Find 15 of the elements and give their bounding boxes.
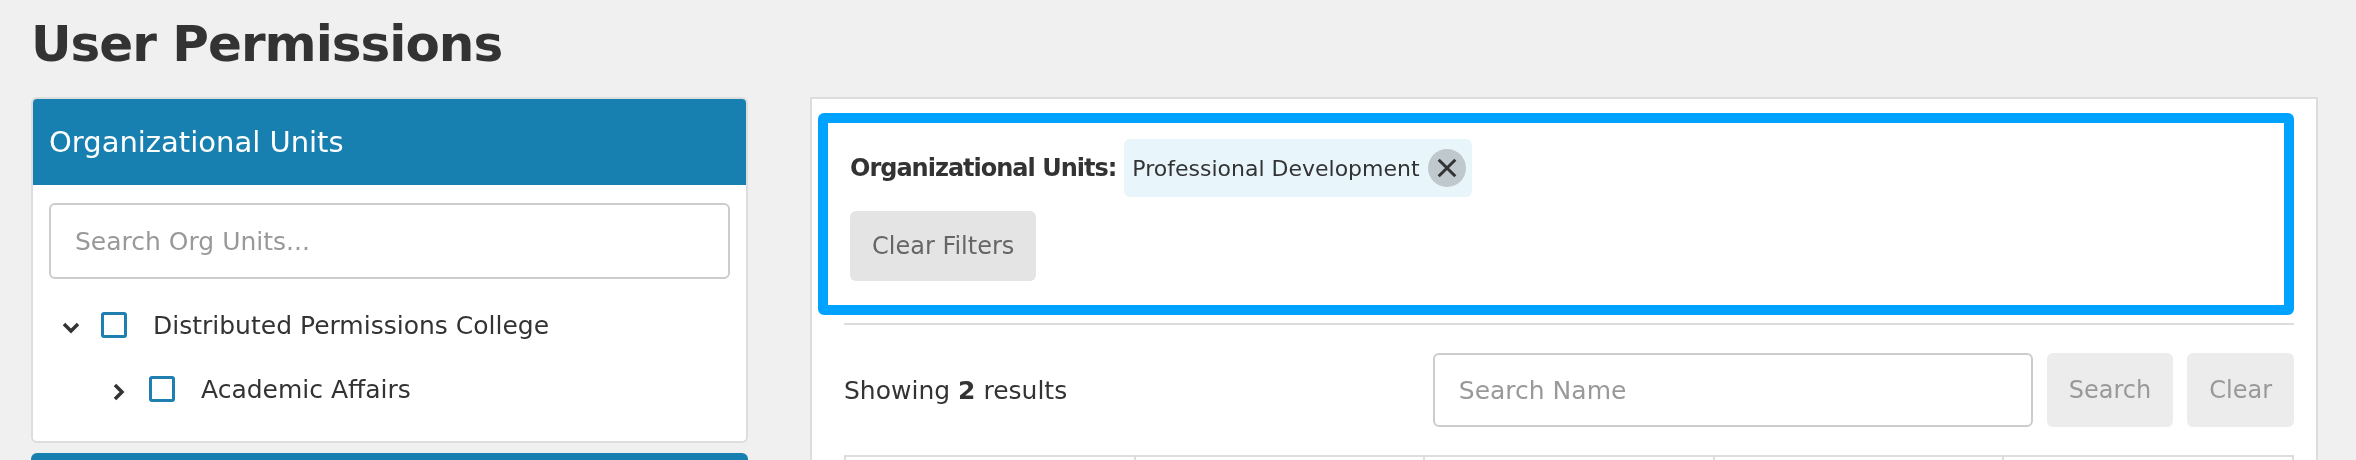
results-summary: Showing 2 results (844, 375, 1069, 405)
checkbox[interactable] (101, 312, 127, 338)
page-title: User Permissions (30, 14, 504, 75)
clear-button[interactable]: Clear (2187, 353, 2294, 427)
clear-filters-button[interactable]: Clear Filters (850, 211, 1037, 281)
checkbox[interactable] (149, 376, 175, 402)
tree-item-label[interactable]: Distributed Permissions College (153, 310, 550, 340)
panel-title: Organizational Units (49, 125, 344, 159)
search-field[interactable]: Search Name (1432, 353, 2033, 427)
tree-item-label[interactable]: Academic Affairs (201, 374, 411, 404)
search-button[interactable]: Search (2046, 353, 2174, 427)
chip-label: Professional Development (1132, 155, 1420, 181)
remove-icon[interactable] (1427, 149, 1466, 187)
search-field[interactable]: Search Org Units... (49, 203, 730, 279)
filter-label: Organizational Units: (850, 154, 1117, 182)
